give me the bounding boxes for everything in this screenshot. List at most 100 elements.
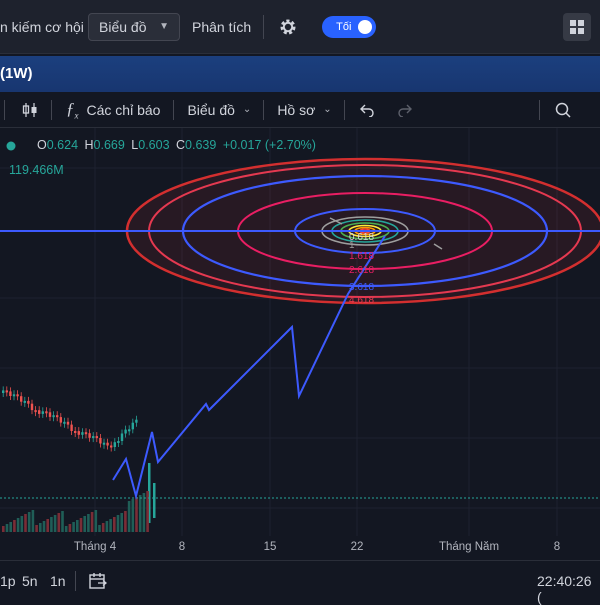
candle xyxy=(88,433,91,438)
divider xyxy=(4,99,5,120)
volume-bar xyxy=(138,495,142,532)
chart-toolbar: ƒx Các chỉ báo Biểu đồ ⌄ Hồ sơ ⌄ xyxy=(0,92,600,128)
candle xyxy=(120,433,124,441)
volume-bar xyxy=(116,515,120,532)
candle xyxy=(38,410,41,414)
volume-bar xyxy=(146,491,149,532)
gear-icon[interactable] xyxy=(278,17,298,37)
candle xyxy=(117,441,120,443)
price-chart[interactable]: 0.61811.6182.6183.6184.618 xyxy=(0,128,600,536)
candle xyxy=(41,411,44,414)
candle xyxy=(92,436,95,439)
clock-display[interactable]: 22:40:26 ( xyxy=(537,573,600,605)
candle xyxy=(113,442,116,447)
divider xyxy=(343,99,345,120)
candle xyxy=(95,436,98,439)
close-label: C xyxy=(176,138,186,152)
function-icon[interactable]: ƒx xyxy=(66,99,79,120)
candle xyxy=(16,394,19,397)
candle xyxy=(153,483,156,518)
timeframe-1p-button[interactable]: 1p xyxy=(0,573,16,589)
search-icon[interactable] xyxy=(554,101,572,119)
close-value: 0.639 xyxy=(185,138,217,152)
candle xyxy=(102,442,106,445)
candle xyxy=(70,424,73,431)
volume-bar xyxy=(13,520,16,532)
volume-bar xyxy=(2,526,5,532)
bottom-toolbar: 1p 5n 1n 22:40:26 ( xyxy=(0,560,600,605)
chevron-down-icon: ⌄ xyxy=(323,104,332,115)
fib-level-label: 4.618 xyxy=(349,295,374,306)
volume-bar xyxy=(16,518,20,532)
analysis-button[interactable]: Phân tích xyxy=(190,19,253,35)
candle xyxy=(5,390,8,393)
volume-bar xyxy=(87,514,90,532)
volume-bar xyxy=(101,523,105,532)
candle xyxy=(45,411,48,414)
volume-bar xyxy=(76,520,79,532)
volume-bar xyxy=(5,524,9,532)
redo-icon[interactable] xyxy=(397,103,413,117)
volume-bar xyxy=(9,522,12,532)
toggle-knob xyxy=(358,19,373,34)
candle xyxy=(124,429,127,434)
time-label: 22 xyxy=(350,541,364,553)
candles-icon[interactable] xyxy=(21,101,39,119)
layout-grid-button[interactable] xyxy=(563,13,591,41)
theme-toggle[interactable]: Tối xyxy=(322,15,377,38)
volume-bar xyxy=(39,523,42,532)
time-label: Tháng Năm xyxy=(438,541,500,553)
undo-icon[interactable] xyxy=(359,103,375,117)
timeframe-1n-button[interactable]: 1n xyxy=(50,573,66,589)
volume-bar xyxy=(109,519,112,532)
fib-level-label: 2.618 xyxy=(349,265,374,276)
volume-bar xyxy=(27,512,31,532)
chart-select-value: Biểu đồ xyxy=(99,18,147,35)
candle xyxy=(34,410,37,413)
volume-bar xyxy=(90,512,94,532)
candle xyxy=(52,415,55,418)
candle xyxy=(135,419,138,423)
change-value: +0.017 (+2.70%) xyxy=(222,138,316,152)
volume-bar xyxy=(142,493,146,532)
volume-bar xyxy=(20,516,24,532)
candle xyxy=(63,421,66,424)
candle xyxy=(23,400,26,403)
calendar-range-icon[interactable] xyxy=(88,571,108,591)
candle xyxy=(59,417,62,423)
volume-bar xyxy=(127,501,131,532)
indicators-button[interactable]: Các chỉ báo xyxy=(87,102,161,118)
status-dot-icon xyxy=(6,141,16,151)
divider xyxy=(538,99,540,120)
candle xyxy=(84,432,88,435)
open-value: 0.624 xyxy=(46,138,79,152)
chevron-down-icon: ▼ xyxy=(159,21,169,32)
time-label: 8 xyxy=(553,541,561,553)
top-bar: n kiếm cơ hội Biểu đồ ▼ Phân tích Tối xyxy=(0,0,600,54)
volume-bar xyxy=(50,517,53,532)
volume-bar xyxy=(24,514,27,532)
volume-value: 119.466M xyxy=(9,163,64,177)
volume-bar xyxy=(35,525,38,532)
volume-bar xyxy=(61,511,64,532)
chevron-down-icon: ⌄ xyxy=(242,104,252,115)
candle xyxy=(110,445,113,448)
candle xyxy=(20,396,23,402)
timeframe-5n-button[interactable]: 5n xyxy=(22,573,38,589)
candle xyxy=(9,391,12,396)
volume-bar xyxy=(64,526,68,532)
profile-button[interactable]: Hồ sơ xyxy=(277,102,315,118)
chart-select[interactable]: Biểu đồ ▼ xyxy=(88,12,180,41)
candle xyxy=(12,394,16,397)
volume-bar xyxy=(31,510,35,532)
volume-bar xyxy=(79,518,83,532)
candle xyxy=(56,415,59,418)
candle xyxy=(48,412,52,417)
chart-type-button[interactable]: Biểu đồ xyxy=(187,102,234,118)
candle xyxy=(66,421,70,425)
search-opportunities-button[interactable]: n kiếm cơ hội xyxy=(0,19,86,35)
fib-level-label: 1 xyxy=(349,240,355,251)
time-axis[interactable]: Tháng 4 8 15 22 Tháng Năm 8 xyxy=(0,536,600,558)
candle xyxy=(74,431,77,433)
volume-bar xyxy=(131,499,135,532)
